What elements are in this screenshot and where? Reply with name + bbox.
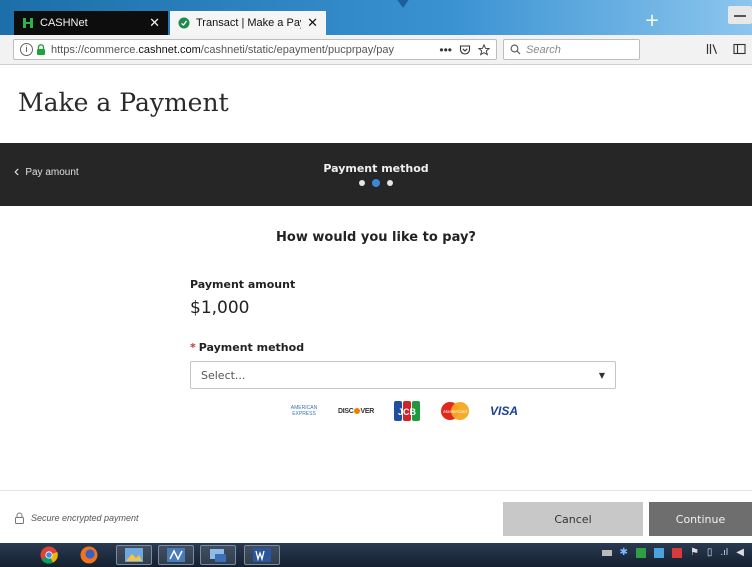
step-indicator (0, 179, 752, 187)
search-placeholder: Search (526, 43, 561, 56)
info-icon[interactable]: i (20, 43, 33, 56)
search-input[interactable]: Search (503, 39, 640, 60)
payment-method-select[interactable]: Select... ▼ (190, 361, 616, 389)
step-progress-bar: ‹ Pay amount Payment method (0, 143, 752, 206)
more-actions-icon[interactable]: ••• (439, 43, 452, 57)
browser-titlebar: CASHNet ✕ Transact | Make a Payment ✕ + (0, 0, 752, 35)
pocket-icon[interactable] (459, 44, 471, 56)
page-title: Make a Payment (18, 88, 229, 117)
volume-icon[interactable]: ◀ (736, 547, 744, 558)
tab-cashnet[interactable]: CASHNet ✕ (14, 11, 168, 35)
svg-text:MasterCard: MasterCard (443, 409, 467, 414)
word-app-icon[interactable] (244, 545, 280, 565)
minimize-button[interactable] (728, 6, 752, 24)
url-bar[interactable]: i https://commerce.cashnet.com/cashneti/… (13, 39, 497, 60)
close-icon[interactable]: ✕ (307, 15, 318, 31)
mastercard-logo: MasterCard (440, 401, 470, 421)
payment-amount-label: Payment amount (190, 278, 296, 291)
footer-divider (0, 490, 752, 491)
lock-icon (37, 44, 45, 55)
star-bookmark-icon[interactable] (478, 43, 490, 56)
bluetooth-icon[interactable]: ✱ (620, 547, 628, 558)
browser-navbar: i https://commerce.cashnet.com/cashneti/… (0, 35, 752, 65)
cashnet-favicon-icon (23, 18, 33, 28)
visa-logo: VISA (490, 404, 519, 418)
select-placeholder: Select... (201, 368, 246, 382)
close-icon[interactable]: ✕ (149, 15, 160, 31)
lock-icon (15, 512, 24, 524)
firefox-app-icon[interactable] (74, 545, 104, 565)
system-tray: ✱ ⚑ ▯ .ıl ◀ (601, 547, 744, 558)
svg-text:JCB: JCB (398, 407, 417, 417)
tray-app-blue-icon[interactable] (653, 547, 664, 558)
step-dot (387, 180, 393, 186)
step-dot-active (372, 179, 380, 187)
wifi-signal-icon[interactable]: .ıl (720, 548, 728, 558)
photos-app-icon[interactable] (116, 545, 152, 565)
explorer-app-icon[interactable] (200, 545, 236, 565)
tab-title: CASHNet (40, 17, 88, 29)
url-text: https://commerce.cashnet.com/cashneti/st… (51, 43, 395, 56)
battery-icon[interactable]: ▯ (707, 547, 713, 558)
continue-button[interactable]: Continue (649, 502, 752, 536)
payment-method-label: * Payment method (190, 341, 305, 354)
new-tab-button[interactable]: + (640, 11, 664, 33)
tab-transact[interactable]: Transact | Make a Payment ✕ (170, 11, 326, 35)
accepted-cards: AMERICAN EXPRESS DISC VER JCB MasterCard … (290, 398, 538, 424)
amex-logo: AMERICAN EXPRESS (290, 405, 318, 417)
payment-question: How would you like to pay? (276, 230, 476, 245)
tab-title: Transact | Make a Payment (196, 17, 301, 29)
tray-app-green-icon[interactable] (635, 547, 646, 558)
pointer-marker (396, 0, 410, 8)
network-app-icon[interactable] (158, 545, 194, 565)
secure-payment-note: Secure encrypted payment (14, 512, 139, 524)
flag-icon[interactable]: ⚑ (690, 547, 699, 558)
transact-favicon-icon (178, 17, 190, 29)
caret-down-icon: ▼ (598, 370, 605, 380)
search-icon (510, 44, 521, 55)
discover-logo: DISC VER (338, 407, 375, 415)
library-icon[interactable] (706, 43, 719, 55)
current-step-title: Payment method (323, 162, 429, 175)
cancel-button[interactable]: Cancel (503, 502, 643, 536)
sidebar-icon[interactable] (733, 43, 746, 55)
step-dot (359, 180, 365, 186)
tray-keyboard-icon[interactable] (601, 549, 612, 556)
jcb-logo: JCB (394, 401, 421, 421)
os-taskbar: ✱ ⚑ ▯ .ıl ◀ (0, 543, 752, 567)
chrome-app-icon[interactable] (34, 545, 64, 565)
tray-app-red-icon[interactable] (671, 547, 682, 558)
required-marker: * (190, 341, 196, 354)
payment-amount-value: $1,000 (190, 298, 250, 318)
